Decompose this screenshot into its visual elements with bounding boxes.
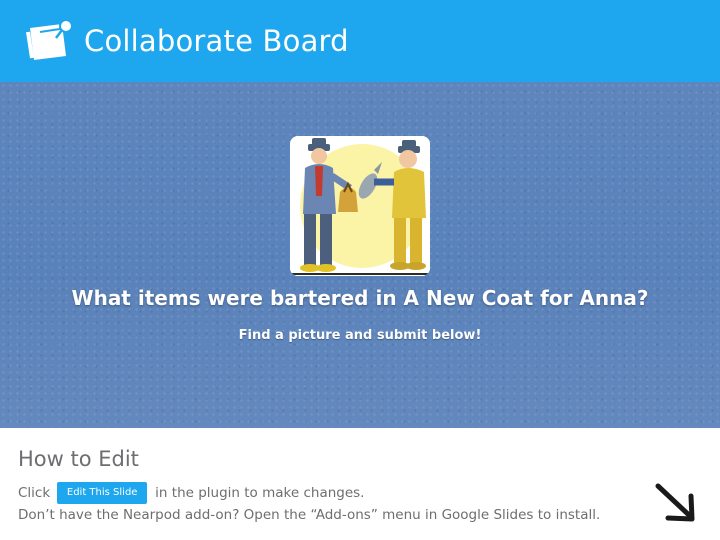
instruction-rest-text: in the plugin to make changes.: [155, 485, 365, 501]
app-title: Collaborate Board: [84, 24, 349, 58]
arrow-down-right-icon: [655, 483, 695, 522]
board-instruction: Find a picture and submit below!: [238, 328, 482, 343]
instruction-line-1: Click Edit This Slide in the plugin to m…: [18, 482, 365, 504]
board-question: What items were bartered in A New Coat f…: [71, 286, 649, 310]
instruction-line-2: Don’t have the Nearpod add-on? Open the …: [18, 507, 601, 523]
instruction-click-text: Click: [18, 485, 51, 501]
sticky-note-pin-icon: [26, 19, 73, 60]
app-header: Collaborate Board: [0, 0, 720, 82]
edit-this-slide-button[interactable]: Edit This Slide: [57, 482, 148, 504]
how-to-edit-panel: How to Edit Click Edit This Slide in the…: [0, 428, 720, 540]
bartering-fishermen-illustration: [290, 136, 430, 276]
collaborate-board: What items were bartered in A New Coat f…: [0, 82, 720, 428]
how-to-edit-title: How to Edit: [18, 447, 139, 471]
